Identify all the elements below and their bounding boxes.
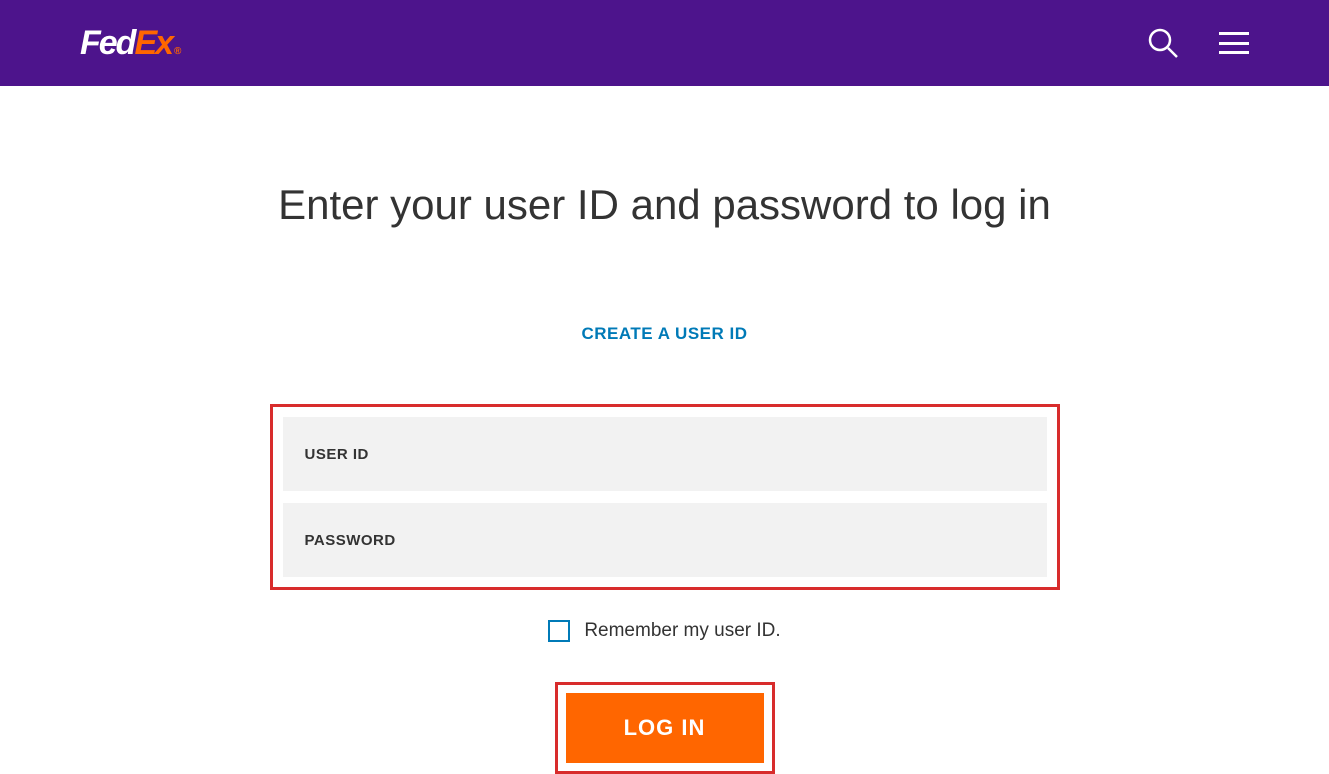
userid-label: USER ID bbox=[305, 446, 369, 463]
login-button-highlight: LOG IN bbox=[555, 682, 775, 774]
fedex-logo[interactable]: FedEx® bbox=[80, 24, 179, 63]
menu-line bbox=[1219, 32, 1249, 35]
header: FedEx® bbox=[0, 0, 1329, 86]
search-icon[interactable] bbox=[1147, 27, 1179, 59]
login-button[interactable]: LOG IN bbox=[566, 693, 764, 763]
logo-part-fed: Fed bbox=[80, 24, 134, 63]
menu-line bbox=[1219, 51, 1249, 54]
userid-field-container[interactable]: USER ID bbox=[283, 417, 1047, 491]
remember-checkbox[interactable] bbox=[548, 620, 570, 642]
password-field-container[interactable]: PASSWORD bbox=[283, 503, 1047, 577]
create-user-id-link[interactable]: CREATE A USER ID bbox=[581, 324, 747, 344]
logo-suffix: ® bbox=[174, 46, 179, 57]
menu-icon[interactable] bbox=[1219, 32, 1249, 54]
login-form-highlight: USER ID PASSWORD bbox=[270, 404, 1060, 590]
userid-input[interactable] bbox=[379, 446, 1025, 463]
page-title: Enter your user ID and password to log i… bbox=[0, 181, 1329, 229]
header-actions bbox=[1147, 27, 1249, 59]
remember-label: Remember my user ID. bbox=[584, 620, 780, 642]
password-label: PASSWORD bbox=[305, 532, 396, 549]
remember-row: Remember my user ID. bbox=[0, 620, 1329, 642]
main-content: Enter your user ID and password to log i… bbox=[0, 86, 1329, 774]
password-input[interactable] bbox=[406, 532, 1025, 549]
menu-line bbox=[1219, 42, 1249, 45]
logo-part-ex: Ex bbox=[134, 24, 172, 63]
